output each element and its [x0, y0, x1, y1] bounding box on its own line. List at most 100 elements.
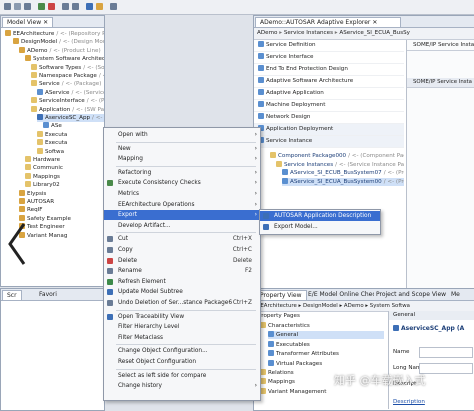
tree-node[interactable]: Application/ <- (SW Package)	[31, 105, 104, 114]
menu-item-new[interactable]: New ›	[104, 144, 260, 154]
breadcrumb-item[interactable]: ADemo	[344, 303, 364, 309]
run-icon[interactable]	[38, 3, 45, 10]
property-page-item[interactable]: Virtual Packages	[268, 359, 384, 368]
menu-item-change-object-configuration[interactable]: Change Object Configuration...	[104, 346, 260, 356]
menu-item-refactoring[interactable]: Refactoring ›	[104, 168, 260, 178]
menu-item-undo-deletion-of-ser-stance-package6[interactable]: Undo Deletion of Ser...stance Package6 Ct…	[104, 298, 260, 308]
explorer-category-item[interactable]: Application Deployment	[254, 124, 404, 136]
tree-node[interactable]: Elypsis	[19, 189, 104, 198]
tab-me[interactable]: Me	[447, 290, 473, 299]
explorer-category-item[interactable]: Adaptive Software Architecture	[254, 76, 404, 88]
explorer-category-item[interactable]: Service Instance	[254, 136, 404, 148]
menu-item-metrics[interactable]: Metrics ›	[104, 189, 260, 199]
submenu-item-export-model[interactable]: Export Model...	[260, 222, 380, 232]
tree-node[interactable]: Software Types/ <- (Software Types)	[31, 63, 104, 72]
tree-node[interactable]: Variant Manag	[19, 231, 104, 240]
tree-node[interactable]: Mappings	[25, 172, 104, 181]
tree-node[interactable]: Hardware	[25, 156, 104, 164]
tree-node[interactable]: AserviceSC_App/ <- (Adaptive Application…	[37, 114, 104, 122]
menu-item-filter-hierarchy-level[interactable]: Filter Hierarchy Level	[104, 322, 260, 332]
menu-item-copy[interactable]: Copy Ctrl+C	[104, 245, 260, 255]
breadcrumb-item[interactable]: ADemo	[257, 30, 277, 36]
new-icon[interactable]	[4, 3, 11, 10]
tree-node[interactable]: Softwa	[37, 147, 104, 156]
explorer-category-item[interactable]: Network Design	[254, 112, 404, 124]
tree-node[interactable]: EEArchitecture/ <- (Repository Root)	[5, 30, 104, 38]
menu-item-open-traceability-view[interactable]: Open Traceability View	[104, 312, 260, 322]
explorer-category-item[interactable]: Service Definition	[254, 40, 404, 52]
folder-icon[interactable]	[96, 3, 103, 10]
menu-item-cut[interactable]: Cut Ctrl+X	[104, 234, 260, 244]
breadcrumb-item[interactable]: Service Instances	[284, 30, 333, 36]
menu-item-eearchitecture-operations[interactable]: EEArchitecture Operations ›	[104, 200, 260, 210]
tree-node[interactable]: ADemo / <- (Product Line)	[19, 46, 104, 55]
tree-node[interactable]: Test Engineer	[19, 223, 104, 231]
tree-node[interactable]: System Software Architecture/ <- (System…	[25, 55, 104, 63]
menu-item-update-model-subtree[interactable]: Update Model Subtree	[104, 287, 260, 297]
tab-ee-model-online-check[interactable]: E/E Model Online Check	[304, 290, 374, 299]
description-link[interactable]: Description	[393, 399, 425, 405]
tree-node[interactable]: Library02	[25, 181, 104, 189]
tab-favorites[interactable]: Favori	[35, 290, 61, 299]
settings-icon[interactable]	[110, 3, 117, 10]
explorer-category-item[interactable]: Adaptive Application	[254, 88, 404, 100]
service-instance-node[interactable]: AService_SI_ECUB_BusSystem07/ <- (Provid…	[282, 169, 404, 177]
tree-node[interactable]: ReqIF	[19, 206, 104, 214]
menu-item-refresh-element[interactable]: Refresh Element	[104, 277, 260, 287]
menu-item-develop-artifact[interactable]: Develop Artifact...	[104, 221, 260, 231]
submenu-item-autosar-application-description[interactable]: AUTOSAR Application Description	[260, 211, 380, 221]
tree-node[interactable]: AService/ <- (Service)	[37, 88, 104, 97]
menu-item-open-with[interactable]: Open with ›	[104, 130, 260, 140]
stop-icon[interactable]	[48, 3, 55, 10]
tree-node[interactable]: AUTOSAR	[19, 198, 104, 206]
breadcrumb-item[interactable]: EEArchitecture	[257, 303, 297, 309]
tree-node[interactable]: ASe	[43, 122, 104, 130]
menu-item-filter-metaclass[interactable]: Filter Metaclass	[104, 333, 260, 343]
forward-icon[interactable]	[72, 3, 79, 10]
tree-node[interactable]: Communic	[25, 164, 104, 172]
tree-node[interactable]: Executa	[37, 139, 104, 147]
tree-node[interactable]: DesignModel/ <- (Design Models)	[13, 38, 104, 46]
service-instance-node[interactable]: Service Instances / <- (Service Instance …	[276, 160, 404, 169]
menu-item-execute-consistency-checks[interactable]: Execute Consistency Checks ›	[104, 178, 260, 188]
explorer-category-item[interactable]: End To End Protection Design	[254, 64, 404, 76]
tab-adaptive-explorer[interactable]: ADemo::AUTOSAR Adaptive Explorer ✕	[255, 17, 401, 27]
menu-item-mapping[interactable]: Mapping ›	[104, 154, 260, 164]
menu-item-change-history[interactable]: Change history ›	[104, 381, 260, 391]
property-page-item[interactable]: General	[268, 331, 384, 340]
property-page-item[interactable]: Variant Management	[260, 387, 384, 396]
breadcrumb-item[interactable]: DesignModel	[303, 303, 338, 309]
breadcrumb-item[interactable]: AService_SI_ECUA_BusSy	[339, 30, 410, 36]
service-instance-node[interactable]: AService_SI_ECUA_BusSystem00/ <- (Provid…	[282, 177, 404, 186]
menu-item-export[interactable]: Export ›	[104, 210, 260, 221]
tree-node[interactable]: ServiceInterface/ <- (Package)	[31, 97, 104, 105]
save-icon[interactable]	[14, 3, 21, 10]
search-icon[interactable]	[86, 3, 93, 10]
chevron-left-icon[interactable]	[6, 222, 28, 266]
print-icon[interactable]	[24, 3, 31, 10]
explorer-category-item[interactable]: Machine Deployment	[254, 100, 404, 112]
menu-item-delete[interactable]: Delete Delete	[104, 256, 260, 266]
service-instance-node[interactable]: Component Package000/ <- (Component Pack…	[270, 152, 404, 160]
long-name-input[interactable]	[419, 363, 473, 374]
tree-node[interactable]: Safety Example	[19, 214, 104, 223]
name-input[interactable]	[419, 347, 473, 358]
explorer-category-label: Service Interface	[266, 54, 314, 60]
category-icon	[258, 89, 264, 95]
back-icon[interactable]	[62, 3, 69, 10]
menu-item-reset-object-configuration[interactable]: Reset Object Configuration	[104, 357, 260, 367]
tab-property-view[interactable]: Property View	[255, 290, 307, 300]
menu-item-rename[interactable]: Rename F2	[104, 266, 260, 276]
tab-model-view[interactable]: Model View ✕	[2, 17, 54, 27]
property-page-item[interactable]: Transformer Attributes	[268, 350, 384, 358]
tree-node[interactable]: Executa	[37, 130, 104, 139]
tab-project-scope-view[interactable]: Project and Scope View	[372, 290, 450, 299]
tab-scr[interactable]: Scr	[2, 290, 22, 300]
property-page-item[interactable]: Characteristics	[260, 322, 384, 330]
tree-node[interactable]: Service / <- (Package)	[31, 80, 104, 88]
menu-item-select-as-left-side-for-compare[interactable]: Select as left side for compare	[104, 371, 260, 381]
breadcrumb-item[interactable]: System Softwa	[370, 303, 410, 309]
explorer-category-item[interactable]: Service Interface	[254, 52, 404, 64]
tree-node[interactable]: Namespace Package/ <- (Namespace Package…	[31, 72, 104, 80]
property-page-item[interactable]: Executables	[268, 340, 384, 349]
